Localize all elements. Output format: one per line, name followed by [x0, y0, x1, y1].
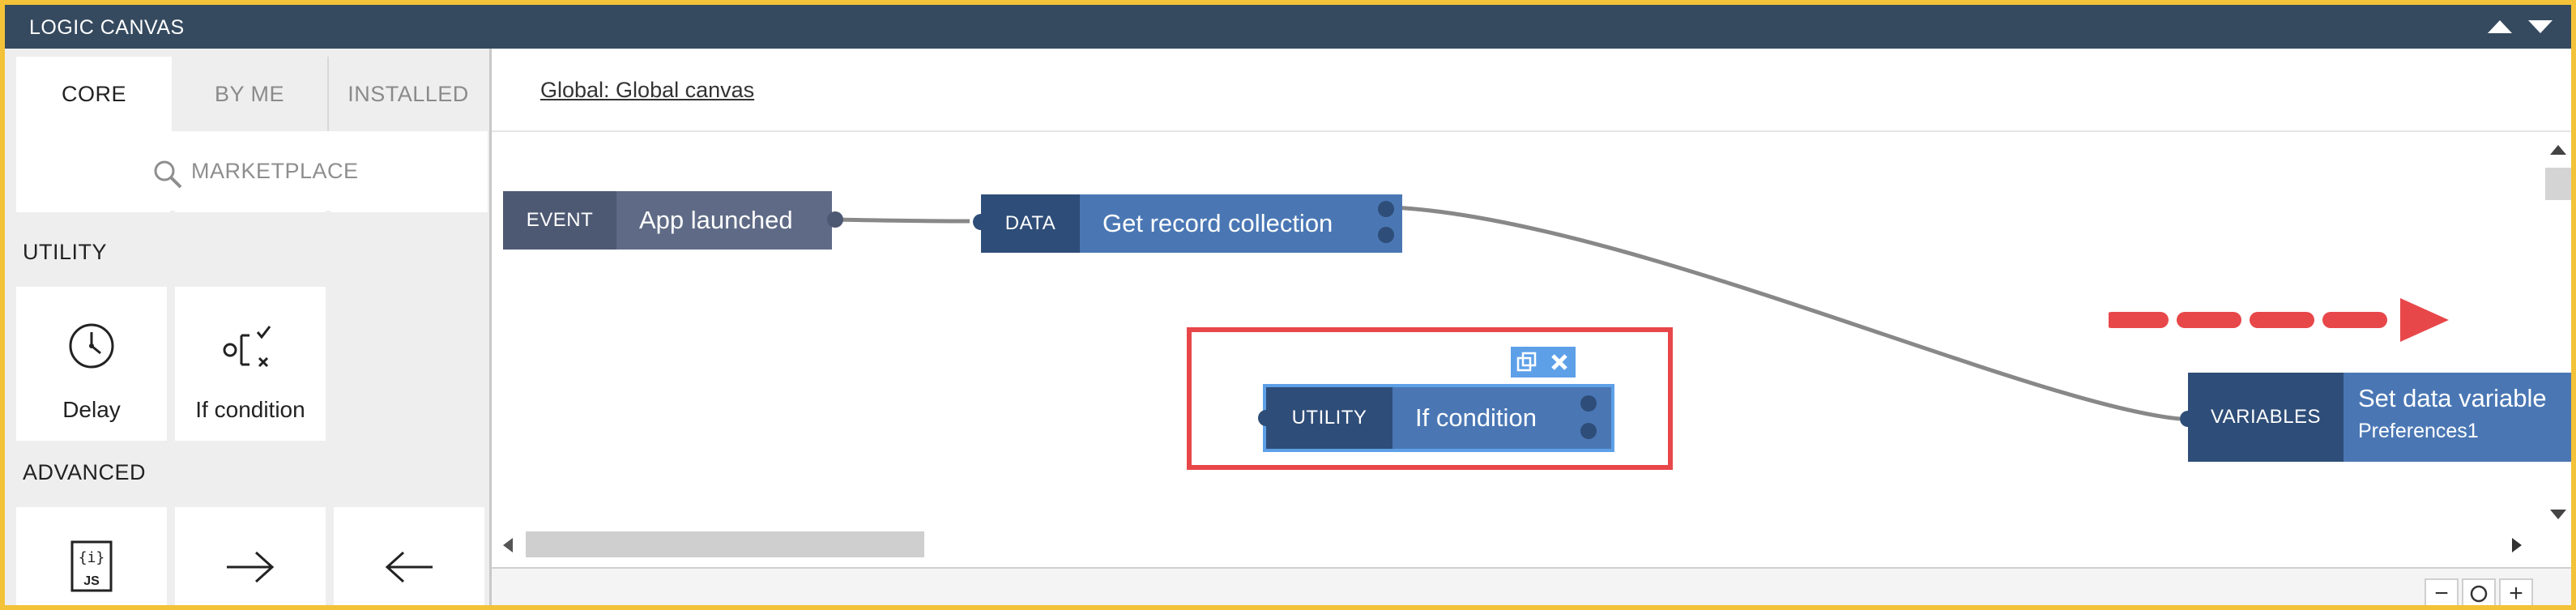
- tile-label: Delay: [62, 397, 121, 422]
- output-port[interactable]: [1378, 201, 1394, 217]
- app-frame: LOGIC CANVAS CORE BY ME INSTALLED MARKET…: [0, 0, 2576, 610]
- js-icon: {i} JS: [16, 540, 167, 593]
- canvas-footer: − +: [492, 567, 2571, 605]
- vertical-scroll-thumb[interactable]: [2545, 168, 2571, 200]
- scroll-up-icon: [2550, 145, 2566, 155]
- node-name: App launched: [616, 191, 832, 250]
- section-title-utility: UTILITY: [23, 240, 108, 264]
- expand-down-icon[interactable]: [2524, 15, 2557, 39]
- output-port[interactable]: [1580, 423, 1597, 439]
- tile-if-condition[interactable]: If condition: [175, 287, 326, 441]
- node-kind: UTILITY: [1266, 387, 1392, 449]
- zoom-out-button[interactable]: −: [2425, 578, 2459, 605]
- tile-javascript[interactable]: {i} JS: [16, 507, 167, 605]
- marketplace-button[interactable]: MARKETPLACE: [16, 131, 488, 212]
- node-utility-if-condition[interactable]: UTILITY If condition: [1263, 384, 1614, 452]
- node-kind: DATA: [981, 194, 1080, 253]
- collapse-up-icon[interactable]: [2484, 15, 2516, 39]
- close-icon[interactable]: [1543, 347, 1576, 378]
- search-icon: [152, 159, 183, 194]
- node-data-get-record-collection[interactable]: DATA Get record collection: [981, 194, 1402, 253]
- input-port[interactable]: [2180, 411, 2196, 427]
- node-name: Set data variable: [2358, 384, 2547, 412]
- tab-by-me[interactable]: BY ME: [172, 57, 327, 131]
- divider: [170, 211, 175, 212]
- node-event-app-launched[interactable]: EVENT App launched: [503, 191, 832, 250]
- arrow-annotation-icon: [2109, 298, 2449, 342]
- output-port[interactable]: [1378, 227, 1394, 243]
- sidebar-tabs: CORE BY ME INSTALLED: [16, 57, 488, 131]
- input-port[interactable]: [973, 214, 989, 230]
- scroll-left-icon: [503, 538, 513, 552]
- node-name: Get record collection: [1080, 194, 1402, 253]
- svg-text:JS: JS: [83, 574, 100, 588]
- horizontal-scroll-thumb[interactable]: [526, 531, 924, 557]
- window-title: LOGIC CANVAS: [29, 16, 185, 39]
- tile-receive[interactable]: [175, 507, 326, 605]
- clock-icon: [16, 321, 167, 371]
- marketplace-label: MARKETPLACE: [191, 159, 359, 183]
- tab-core[interactable]: CORE: [16, 57, 172, 131]
- node-name: If condition: [1392, 387, 1611, 449]
- section-title-advanced: ADVANCED: [23, 460, 147, 484]
- connector-event-data: [834, 217, 970, 224]
- arrow-right-icon: [175, 549, 326, 585]
- vertical-scrollbar[interactable]: [2537, 134, 2571, 527]
- duplicate-icon[interactable]: [1511, 347, 1543, 378]
- output-port[interactable]: [1580, 395, 1597, 412]
- divider: [326, 211, 331, 212]
- zoom-reset-icon: [2470, 585, 2488, 603]
- scroll-down-icon: [2550, 510, 2566, 519]
- node-kind: VARIABLES: [2188, 373, 2344, 462]
- branch-icon: [175, 321, 326, 378]
- logic-canvas[interactable]: Global: Global canvas EVENT App launched…: [492, 49, 2571, 605]
- tile-trigger[interactable]: [334, 507, 484, 605]
- zoom-reset-button[interactable]: [2462, 578, 2496, 605]
- title-bar: LOGIC CANVAS: [5, 5, 2571, 49]
- arrow-left-icon: [334, 549, 484, 585]
- horizontal-scrollbar[interactable]: [492, 528, 2533, 561]
- tile-delay[interactable]: Delay: [16, 287, 167, 441]
- zoom-in-button[interactable]: +: [2499, 578, 2533, 605]
- node-subtitle: Preferences1: [2358, 420, 2479, 442]
- input-port[interactable]: [1258, 410, 1274, 426]
- svg-text:{i}: {i}: [79, 549, 105, 566]
- tab-installed[interactable]: INSTALLED: [327, 57, 488, 131]
- scroll-right-icon: [2512, 538, 2522, 552]
- tile-label: If condition: [195, 397, 305, 422]
- output-port[interactable]: [827, 211, 843, 228]
- node-variables-set-data-variable[interactable]: VARIABLES Set data variable Preferences1: [2188, 373, 2571, 462]
- node-kind: EVENT: [503, 191, 616, 250]
- component-sidebar: CORE BY ME INSTALLED MARKETPLACE UTILITY…: [5, 49, 492, 605]
